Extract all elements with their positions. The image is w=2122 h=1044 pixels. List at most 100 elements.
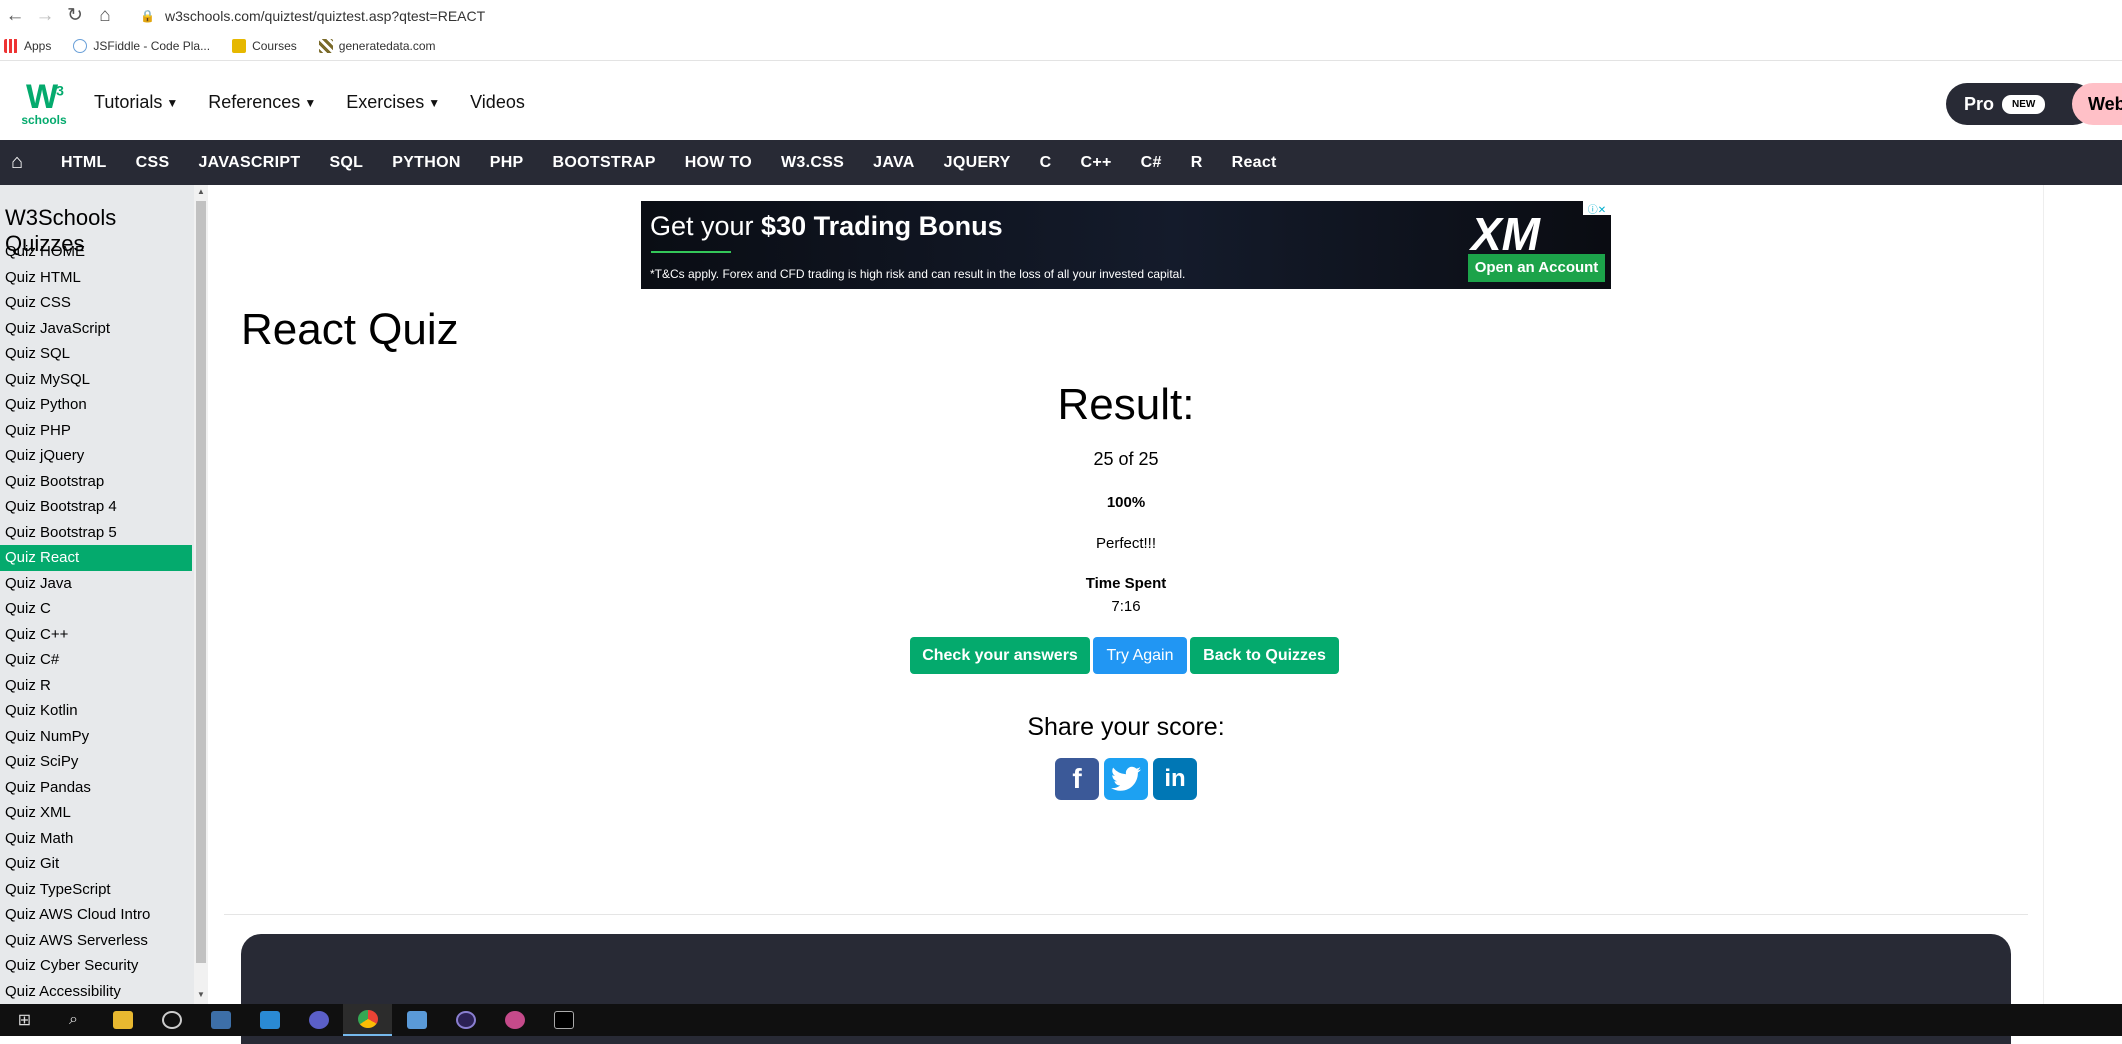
caret-down-icon: ▼ (428, 95, 441, 110)
nav-exercises[interactable]: Exercises ▼ (346, 92, 440, 113)
back-arrow-icon[interactable]: ← (0, 0, 30, 31)
bookmark-courses[interactable]: Courses (228, 38, 297, 53)
sidebar-item-quiz-cyber-security[interactable]: Quiz Cyber Security (0, 953, 192, 979)
twitter-icon[interactable] (1104, 758, 1148, 800)
sidebar-item-quiz-bootstrap-4[interactable]: Quiz Bootstrap 4 (0, 494, 192, 520)
advertisement-banner[interactable]: Get your $30 Trading Bonus *T&Cs apply. … (641, 201, 1611, 289)
sidebar-item-quiz-bootstrap[interactable]: Quiz Bootstrap (0, 469, 192, 495)
sidebar-item-quiz-sql[interactable]: Quiz SQL (0, 341, 192, 367)
sidebar-item-quiz-git[interactable]: Quiz Git (0, 851, 192, 877)
content-border (2043, 185, 2044, 1004)
home-icon[interactable]: ⌂ (90, 0, 120, 31)
sidebar-item-quiz-html[interactable]: Quiz HTML (0, 265, 192, 291)
tutorial-navbar: ⌂ HTML CSS JAVASCRIPT SQL PYTHON PHP BOO… (0, 140, 2122, 185)
bookmark-apps[interactable]: Apps (0, 38, 51, 53)
sidebar-scrollbar[interactable]: ▲ ▼ (194, 185, 208, 1004)
cloud-icon (73, 38, 88, 53)
sidebar-item-quiz-r[interactable]: Quiz R (0, 673, 192, 699)
subnav-bootstrap[interactable]: BOOTSTRAP (553, 154, 656, 172)
reload-icon[interactable]: ↻ (60, 0, 90, 31)
courses-icon (232, 38, 247, 53)
sidebar-item-quiz-aws-cloud-intro[interactable]: Quiz AWS Cloud Intro (0, 902, 192, 928)
search-icon[interactable]: ⌕ (49, 1004, 98, 1036)
database-icon[interactable] (196, 1004, 245, 1036)
linkedin-icon[interactable]: in (1153, 758, 1197, 800)
vscode-icon[interactable] (245, 1004, 294, 1036)
top-navigation: Tutorials ▼ References ▼ Exercises ▼ Videos (94, 92, 555, 113)
subnav-html[interactable]: HTML (61, 154, 107, 172)
subnav-sql[interactable]: SQL (329, 154, 363, 172)
back-to-quizzes-button[interactable]: Back to Quizzes (1190, 637, 1339, 674)
try-again-button[interactable]: Try Again (1093, 637, 1187, 674)
web-button[interactable]: Web (2072, 83, 2122, 125)
subnav-w3css[interactable]: W3.CSS (781, 154, 844, 172)
sidebar-item-quiz-bootstrap-5[interactable]: Quiz Bootstrap 5 (0, 520, 192, 546)
subnav-c[interactable]: C (1040, 154, 1052, 172)
sidebar-item-quiz-xml[interactable]: Quiz XML (0, 800, 192, 826)
sidebar-item-quiz-math[interactable]: Quiz Math (0, 826, 192, 852)
sidebar-item-quiz-typescript[interactable]: Quiz TypeScript (0, 877, 192, 903)
subnav-java[interactable]: JAVA (873, 154, 915, 172)
dell-icon[interactable] (147, 1004, 196, 1036)
nav-tutorials[interactable]: Tutorials ▼ (94, 92, 178, 113)
chrome-icon[interactable] (343, 1004, 392, 1036)
sidebar-item-quiz-css[interactable]: Quiz CSS (0, 290, 192, 316)
scroll-down-icon[interactable]: ▼ (194, 988, 208, 1002)
sidebar-item-quiz-javascript[interactable]: Quiz JavaScript (0, 316, 192, 342)
subnav-jquery[interactable]: JQUERY (944, 154, 1011, 172)
bookmark-generatedata[interactable]: generatedata.com (315, 38, 436, 53)
subnav-react[interactable]: React (1232, 154, 1277, 172)
time-spent-label: Time Spent (1085, 575, 1167, 592)
sidebar-item-quiz-accessibility[interactable]: Quiz Accessibility (0, 979, 192, 1005)
sidebar-item-quiz-pandas[interactable]: Quiz Pandas (0, 775, 192, 801)
home-icon[interactable]: ⌂ (2, 151, 32, 174)
eclipse-icon[interactable] (441, 1004, 490, 1036)
subnav-howto[interactable]: HOW TO (685, 154, 752, 172)
subnav-php[interactable]: PHP (490, 154, 524, 172)
file-explorer-icon[interactable] (98, 1004, 147, 1036)
subnav-javascript[interactable]: JAVASCRIPT (198, 154, 300, 172)
w3schools-logo[interactable]: W3 schools (14, 80, 74, 126)
sidebar-item-quiz-java[interactable]: Quiz Java (0, 571, 192, 597)
sidebar-item-quiz-python[interactable]: Quiz Python (0, 392, 192, 418)
ad-cta-button[interactable]: Open an Account (1468, 254, 1605, 282)
sidebar-item-quiz-c[interactable]: Quiz C (0, 596, 192, 622)
quiz-sidebar: W3Schools Quizzes Quiz HOME Quiz HTML Quiz… (0, 185, 194, 1004)
sidebar-item-quiz-c[interactable]: Quiz C# (0, 647, 192, 673)
scrollbar-thumb[interactable] (196, 201, 206, 963)
discord-icon[interactable] (490, 1004, 539, 1036)
subnav-cpp[interactable]: C++ (1081, 154, 1112, 172)
bookmark-jsfiddle[interactable]: JSFiddle - Code Pla... (69, 38, 210, 53)
sidebar-item-quiz-numpy[interactable]: Quiz NumPy (0, 724, 192, 750)
address-bar[interactable]: 🔒 w3schools.com/quiztest/quiztest.asp?qt… (140, 8, 485, 24)
new-badge: NEW (2002, 94, 2046, 114)
sidebar-item-quiz-kotlin[interactable]: Quiz Kotlin (0, 698, 192, 724)
sidebar-item-quiz-jquery[interactable]: Quiz jQuery (0, 443, 192, 469)
facebook-icon[interactable]: f (1055, 758, 1099, 800)
nav-references[interactable]: References ▼ (208, 92, 316, 113)
sidebar-item-quiz-aws-serverless[interactable]: Quiz AWS Serverless (0, 928, 192, 954)
app-icon[interactable] (294, 1004, 343, 1036)
subnav-csharp[interactable]: C# (1141, 154, 1162, 172)
nav-videos[interactable]: Videos (470, 92, 525, 113)
subnav-r[interactable]: R (1191, 154, 1203, 172)
sidebar-item-quiz-c[interactable]: Quiz C++ (0, 622, 192, 648)
sidebar-item-quiz-php[interactable]: Quiz PHP (0, 418, 192, 444)
time-spent-value: 7:16 (1111, 598, 1141, 615)
forward-arrow-icon[interactable]: → (30, 0, 60, 31)
windows-start-icon[interactable]: ⊞ (0, 1004, 49, 1036)
result-actions: Check your answers Try Again Back to Qui… (910, 637, 1342, 674)
sidebar-item-quiz-scipy[interactable]: Quiz SciPy (0, 749, 192, 775)
check-answers-button[interactable]: Check your answers (910, 637, 1090, 674)
scroll-up-icon[interactable]: ▲ (194, 185, 208, 199)
terminal-icon[interactable] (539, 1004, 588, 1036)
sidebar-item-quiz-mysql[interactable]: Quiz MySQL (0, 367, 192, 393)
windows-taskbar: ⊞ ⌕ (0, 1004, 2122, 1036)
adchoices-icon[interactable]: ⓘ✕ (1583, 201, 1611, 216)
subnav-css[interactable]: CSS (136, 154, 170, 172)
share-heading: Share your score: (1027, 713, 1225, 741)
sidebar-item-quiz-react[interactable]: Quiz React (0, 545, 192, 571)
sidebar-item-quiz-home[interactable]: Quiz HOME (0, 239, 192, 265)
notes-icon[interactable] (392, 1004, 441, 1036)
subnav-python[interactable]: PYTHON (392, 154, 460, 172)
